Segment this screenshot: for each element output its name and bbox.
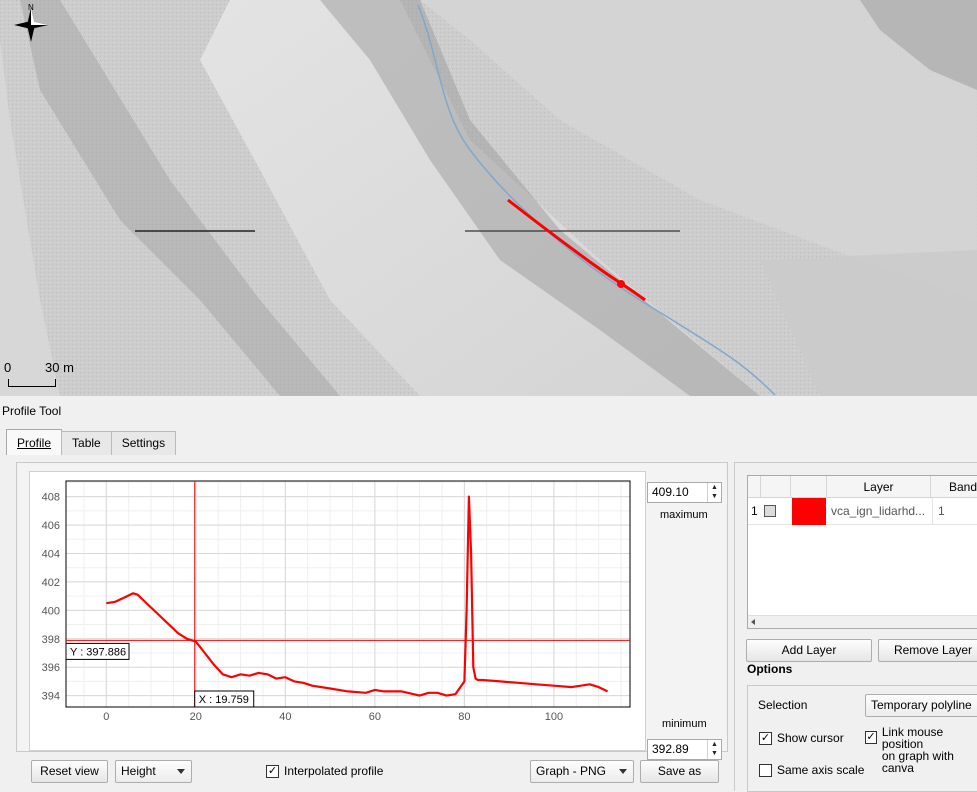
hillshade-terrain [0, 0, 977, 396]
spin-arrows[interactable]: ▲ ▼ [707, 740, 721, 759]
checkbox-box[interactable]: ✓ [759, 731, 772, 745]
cursor-x-label: X : 19.759 [199, 694, 249, 706]
interpolated-profile-checkbox[interactable]: ✓ Interpolated profile [266, 764, 383, 778]
show-cursor-checkbox[interactable]: ✓ Show cursor [759, 731, 844, 745]
minimum-value: 392.89 [652, 742, 689, 756]
y-tick-label: 402 [42, 577, 60, 589]
profile-chart[interactable]: 408 406 404 402 400 398 396 394 0 20 40 60 80 100 Y … [30, 472, 645, 750]
options-title: Options [747, 662, 793, 676]
checkbox-box[interactable]: ✓ [266, 764, 279, 778]
map-canvas[interactable]: N 0 30 m [0, 0, 977, 396]
tab-bar: Profile Table Settings [6, 429, 177, 455]
maximum-label: maximum [660, 509, 708, 521]
x-tick-label: 20 [190, 711, 202, 723]
checkbox-box[interactable]: ✓ [865, 731, 877, 744]
panel-splitter[interactable] [0, 396, 977, 400]
same-axis-scale-label: Same axis scale [777, 763, 865, 777]
options-group: Selection Temporary polyline ✓ Show curs… [747, 685, 977, 792]
horizontal-scrollbar[interactable] [748, 615, 977, 628]
spin-arrows[interactable]: ▲ ▼ [707, 483, 721, 502]
save-as-button[interactable]: Save as [640, 760, 719, 783]
y-tick-label: 404 [42, 548, 60, 560]
link-mouse-label-line2: on graph with canva [881, 749, 954, 775]
north-label: N [28, 3, 34, 12]
y-tick-label: 398 [42, 634, 60, 646]
x-tick-label: 80 [458, 711, 470, 723]
export-format-combo[interactable]: Graph - PNG [530, 760, 634, 783]
y-tick-label: 408 [42, 492, 60, 504]
profile-tab-pane: 408 406 404 402 400 398 396 394 0 20 40 60 80 100 Y … [16, 456, 977, 792]
link-mouse-checkbox[interactable]: ✓ Link mouse position on graph with canv… [865, 726, 977, 774]
y-tick-label: 396 [42, 662, 60, 674]
add-layer-button[interactable]: Add Layer [746, 639, 872, 662]
selection-combo[interactable]: Temporary polyline [865, 694, 977, 717]
row-band: 1 [932, 498, 972, 525]
chevron-down-icon [177, 769, 185, 774]
row-visibility-checkbox[interactable] [764, 498, 778, 525]
y-tick-label: 406 [42, 520, 60, 532]
cursor-y-box: Y : 397.886 [65, 642, 130, 660]
link-mouse-label-line1: Link mouse position [881, 725, 944, 751]
row-layer-name: vca_ign_lidarhd... [831, 504, 926, 518]
minimum-label: minimum [662, 718, 707, 730]
x-tick-label: 60 [369, 711, 381, 723]
checkbox-box[interactable] [759, 763, 772, 777]
x-tick-label: 100 [545, 711, 563, 723]
x-tick-label: 0 [103, 711, 109, 723]
header-layer[interactable]: Layer [826, 476, 930, 498]
panel-title: Profile Tool [2, 404, 62, 418]
profile-plot[interactable]: 408 406 404 402 400 398 396 394 0 20 40 60 80 100 Y … [29, 471, 646, 751]
x-axis-ticks: 0 20 40 60 80 100 [103, 711, 563, 723]
layer-table[interactable]: Layer Band 1 vca_ign_lidarhd... 1 [747, 475, 977, 629]
reset-view-button[interactable]: Reset view [31, 760, 108, 783]
tab-settings[interactable]: Settings [110, 431, 177, 455]
scale-end-label: 30 m [45, 360, 74, 375]
header-band[interactable]: Band [930, 476, 977, 498]
layer-table-header: Layer Band [748, 476, 977, 498]
scale-bar-line [8, 379, 56, 387]
mode-combo[interactable]: Height [115, 760, 192, 783]
same-axis-scale-checkbox[interactable]: Same axis scale [759, 763, 864, 777]
maximum-value: 409.10 [652, 485, 689, 499]
cursor-y-label: Y : 397.886 [70, 646, 126, 658]
row-color-swatch[interactable] [792, 498, 826, 525]
interpolated-profile-label: Interpolated profile [284, 764, 384, 778]
scroll-left-icon[interactable] [751, 619, 755, 625]
scale-start-label: 0 [4, 360, 12, 375]
chevron-down-icon [619, 769, 627, 774]
y-tick-label: 394 [42, 691, 60, 703]
y-tick-label: 400 [42, 605, 60, 617]
export-format-value: Graph - PNG [536, 764, 607, 778]
y-axis-ticks: 408 406 404 402 400 398 396 394 [42, 492, 60, 703]
north-arrow: N [8, 2, 54, 48]
chart-grid [66, 481, 630, 707]
layers-panel: Layer Band 1 vca_ign_lidarhd... 1 Add La… [734, 462, 977, 792]
tab-table[interactable]: Table [61, 431, 112, 455]
tab-profile[interactable]: Profile [6, 429, 63, 455]
minimum-spinbox[interactable]: 392.89 ▲ ▼ [647, 739, 722, 760]
selection-label: Selection [758, 698, 808, 712]
scale-bar: 0 30 m [4, 360, 80, 392]
compass-icon: N [14, 3, 48, 42]
show-cursor-label: Show cursor [777, 731, 844, 745]
plot-frame: 408 406 404 402 400 398 396 394 0 20 40 60 80 100 Y … [16, 462, 728, 760]
remove-layer-button[interactable]: Remove Layer [878, 639, 977, 662]
cursor-x-box: X : 19.759 [194, 690, 255, 708]
mode-value: Height [121, 764, 156, 778]
row-index: 1 [751, 504, 758, 518]
maximum-spinbox[interactable]: 409.10 ▲ ▼ [647, 482, 722, 503]
table-row[interactable]: 1 vca_ign_lidarhd... 1 [748, 498, 977, 525]
selection-value: Temporary polyline [871, 698, 972, 712]
x-tick-label: 40 [279, 711, 291, 723]
